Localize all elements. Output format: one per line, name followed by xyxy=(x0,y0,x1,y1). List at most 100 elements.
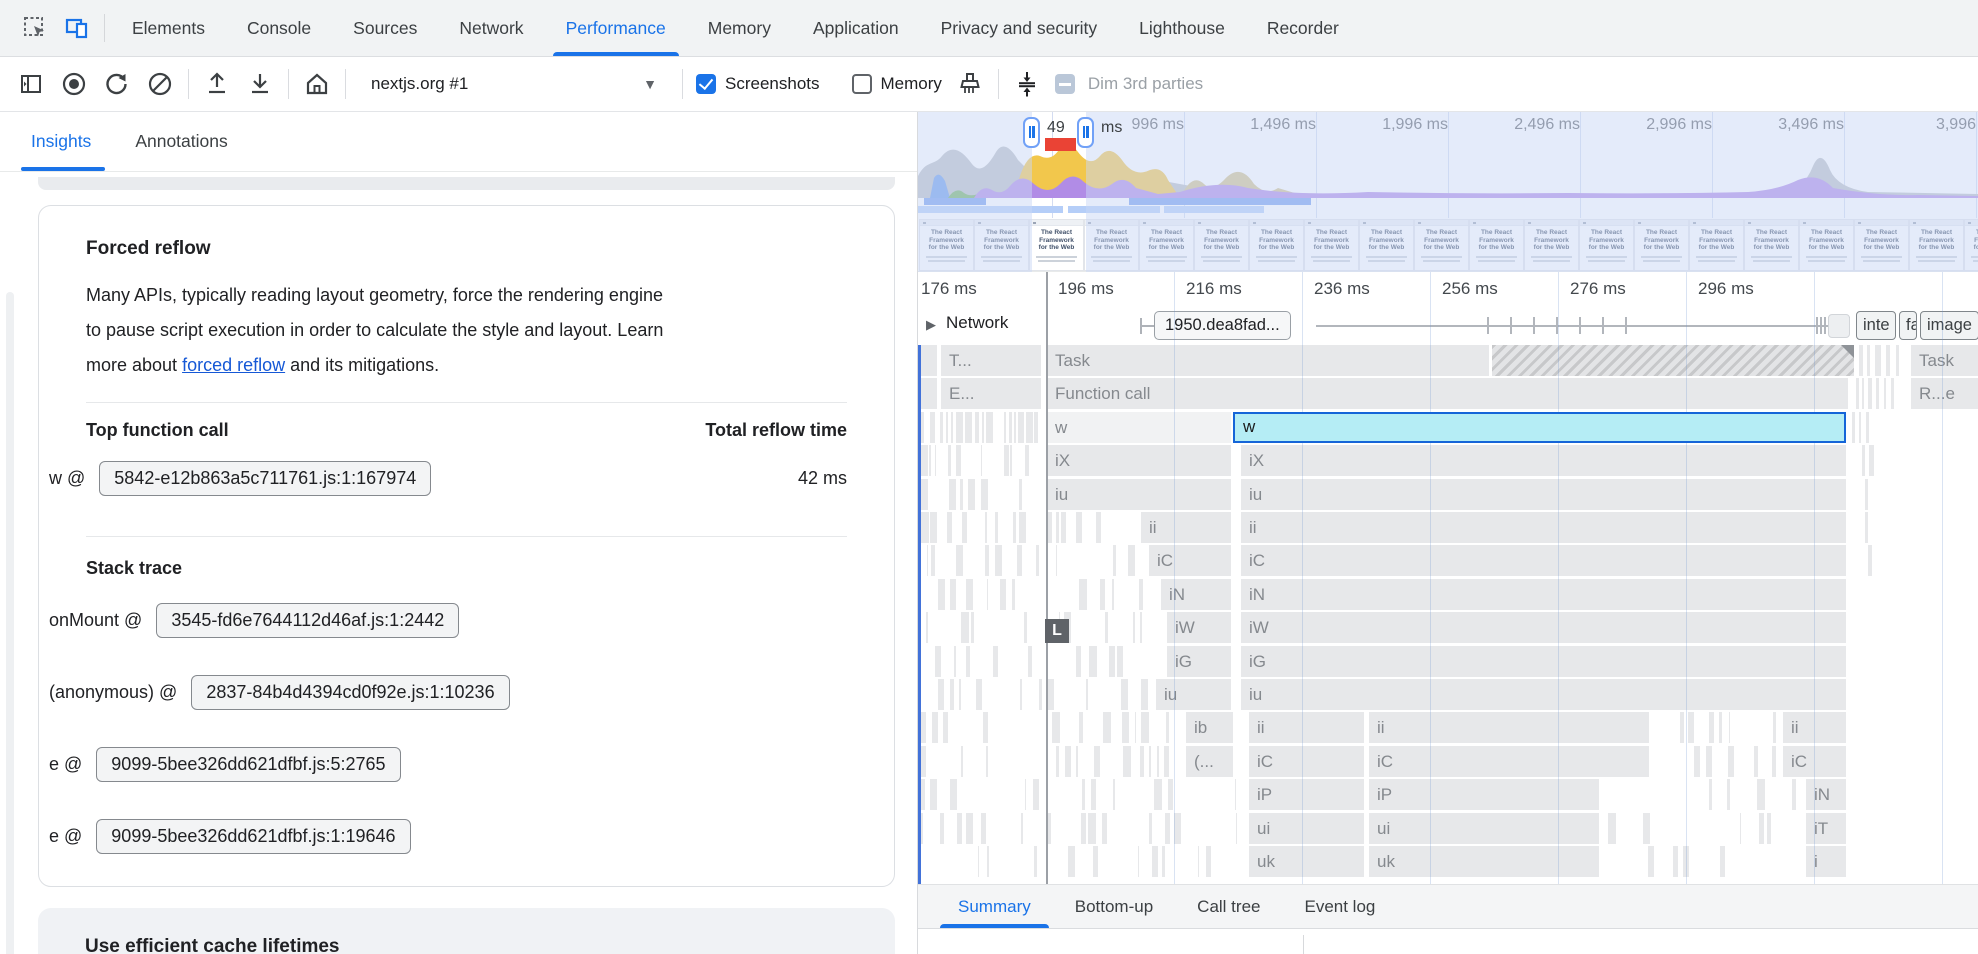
selection-handle-left[interactable] xyxy=(1023,117,1040,148)
call-frame[interactable] xyxy=(956,445,961,476)
screenshot-thumbnail[interactable]: The ReactFrameworkfor the Web xyxy=(920,220,973,270)
screenshot-thumbnail[interactable]: The ReactFrameworkfor the Web xyxy=(1415,220,1468,270)
sidebar-tab-insights[interactable]: Insights xyxy=(31,112,91,171)
call-frame[interactable]: Function call xyxy=(1047,378,1848,409)
call-frame[interactable] xyxy=(1004,445,1009,476)
call-frame[interactable] xyxy=(1004,412,1006,443)
call-frame[interactable] xyxy=(976,679,982,710)
call-frame[interactable] xyxy=(940,813,944,844)
call-frame[interactable] xyxy=(1856,378,1859,409)
call-frame[interactable] xyxy=(1000,579,1006,610)
call-frame[interactable]: iN xyxy=(1161,579,1231,610)
call-frame[interactable] xyxy=(930,412,934,443)
scrollbar[interactable] xyxy=(6,292,14,954)
call-frame[interactable] xyxy=(1149,746,1151,777)
screenshot-thumbnail[interactable]: The ReactFrameworkfor the Web xyxy=(1140,220,1193,270)
call-frame[interactable] xyxy=(1165,813,1170,844)
call-frame[interactable] xyxy=(1025,779,1026,810)
call-frame[interactable] xyxy=(1673,846,1678,877)
call-frame[interactable] xyxy=(1683,846,1688,877)
call-frame[interactable] xyxy=(940,412,944,443)
call-frame[interactable]: Task xyxy=(1047,345,1489,376)
screenshot-thumbnail[interactable]: The ReactFrameworkfor the Web xyxy=(1250,220,1303,270)
call-frame[interactable] xyxy=(1103,712,1111,743)
call-frame[interactable] xyxy=(1056,545,1058,576)
network-request[interactable]: image xyxy=(1920,311,1978,340)
memory-checkbox[interactable] xyxy=(852,74,872,94)
call-frame[interactable]: E... xyxy=(941,378,1041,409)
call-frame[interactable] xyxy=(1076,512,1081,543)
call-frame[interactable] xyxy=(1168,779,1173,810)
tab-application[interactable]: Application xyxy=(792,0,920,56)
call-frame[interactable] xyxy=(1068,846,1074,877)
call-frame[interactable] xyxy=(995,545,1003,576)
call-frame[interactable] xyxy=(921,412,924,443)
call-frame[interactable] xyxy=(987,579,988,610)
source-link[interactable]: 9099-5bee326dd621dfbf.js:5:2765 xyxy=(96,747,400,782)
call-frame[interactable]: ii xyxy=(1241,512,1846,543)
call-frame[interactable]: iW xyxy=(1241,612,1846,643)
call-frame[interactable] xyxy=(1164,746,1169,777)
call-frame[interactable]: ib xyxy=(1186,712,1233,743)
tab-console[interactable]: Console xyxy=(226,0,332,56)
call-frame[interactable] xyxy=(949,479,956,510)
call-frame[interactable] xyxy=(1109,646,1115,677)
call-frame[interactable] xyxy=(931,545,935,576)
call-frame[interactable] xyxy=(935,445,936,476)
call-frame[interactable]: ii xyxy=(1783,712,1846,743)
screenshot-thumbnail[interactable]: The ReactFrameworkfor the Web xyxy=(1195,220,1248,270)
call-frame[interactable]: Task xyxy=(1911,345,1978,376)
call-frame[interactable] xyxy=(982,412,984,443)
call-frame[interactable]: iX xyxy=(1047,445,1231,476)
call-frame[interactable]: iG xyxy=(1167,646,1231,677)
call-frame[interactable] xyxy=(965,412,972,443)
call-frame[interactable] xyxy=(985,512,988,543)
call-frame[interactable] xyxy=(1123,746,1130,777)
network-request[interactable]: fa xyxy=(1899,311,1917,340)
call-frame[interactable] xyxy=(1079,579,1086,610)
call-frame[interactable] xyxy=(1056,746,1059,777)
call-frame[interactable] xyxy=(1122,712,1129,743)
call-frame[interactable] xyxy=(1884,378,1886,409)
call-frame[interactable] xyxy=(986,412,992,443)
toggle-sidebar-icon[interactable] xyxy=(16,69,46,99)
call-frame[interactable] xyxy=(1720,846,1724,877)
call-frame[interactable] xyxy=(921,345,937,376)
call-frame[interactable] xyxy=(1865,512,1868,543)
call-frame[interactable] xyxy=(1141,679,1148,710)
screenshot-thumbnail[interactable]: The ReactFrameworkfor the Web xyxy=(1360,220,1413,270)
call-frame[interactable]: iP xyxy=(1249,779,1364,810)
call-frame[interactable]: iT xyxy=(1806,813,1846,844)
call-frame[interactable]: iu xyxy=(1047,479,1231,510)
call-frame[interactable] xyxy=(1859,412,1861,443)
tab-sources[interactable]: Sources xyxy=(332,0,438,56)
call-frame[interactable] xyxy=(995,512,998,543)
call-frame[interactable] xyxy=(943,712,948,743)
screenshot-thumbnail[interactable]: The ReactFrameworkfor the Web xyxy=(1580,220,1633,270)
call-frame[interactable]: iC xyxy=(1783,746,1846,777)
call-frame[interactable] xyxy=(1166,712,1169,743)
call-frame[interactable] xyxy=(1018,412,1024,443)
call-frame[interactable] xyxy=(961,746,963,777)
call-frame[interactable] xyxy=(966,813,974,844)
call-frame[interactable] xyxy=(1728,746,1734,777)
call-frame[interactable] xyxy=(993,646,997,677)
call-frame[interactable] xyxy=(926,612,928,643)
call-frame[interactable] xyxy=(935,646,941,677)
call-frame[interactable] xyxy=(1688,712,1694,743)
call-frame[interactable] xyxy=(1140,746,1144,777)
selection-handle-right[interactable] xyxy=(1077,117,1094,148)
call-frame[interactable] xyxy=(1608,813,1616,844)
call-frame[interactable] xyxy=(1648,846,1654,877)
screenshot-thumbnail[interactable]: The ReactFrameworkfor the Web xyxy=(1030,220,1083,270)
call-frame[interactable] xyxy=(981,479,987,510)
call-frame[interactable] xyxy=(1052,712,1060,743)
call-frame[interactable] xyxy=(950,779,957,810)
call-frame[interactable] xyxy=(975,412,979,443)
tab-performance[interactable]: Performance xyxy=(545,0,687,56)
call-frame[interactable] xyxy=(987,846,988,877)
call-frame[interactable] xyxy=(1121,679,1128,710)
screenshot-thumbnail[interactable]: The ReactFrameworkfor the Web xyxy=(1690,220,1743,270)
tab-lighthouse[interactable]: Lighthouse xyxy=(1118,0,1246,56)
call-frame[interactable] xyxy=(1047,813,1051,844)
